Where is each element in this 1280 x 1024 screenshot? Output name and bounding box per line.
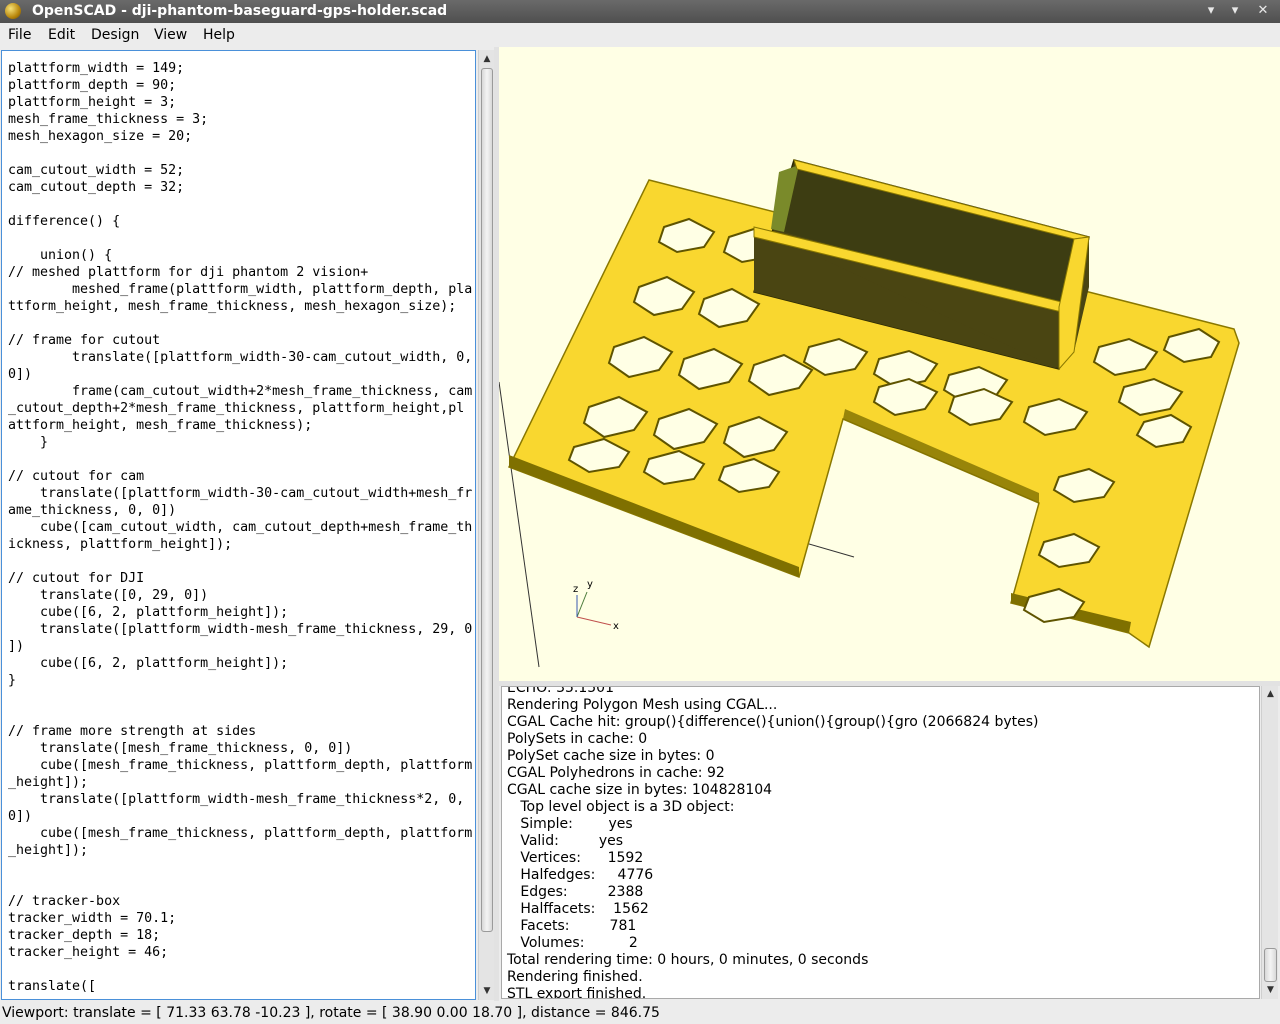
axis-x-label: x bbox=[613, 621, 619, 632]
editor-scroll-thumb[interactable] bbox=[481, 68, 493, 932]
menu-edit[interactable]: Edit bbox=[48, 26, 75, 44]
console-line: Facets: 781 bbox=[507, 918, 637, 934]
window-title: OpenSCAD - dji-phantom-baseguard-gps-hol… bbox=[32, 3, 448, 19]
console-line: ECHO: 35.1501 bbox=[507, 686, 614, 696]
console-scroll-down-icon[interactable]: ▼ bbox=[1262, 983, 1279, 997]
axis-z-label: z bbox=[573, 584, 579, 595]
console-line: Top level object is a 3D object: bbox=[507, 799, 735, 815]
console-line: Valid: yes bbox=[507, 833, 624, 849]
console-output[interactable]: ECHO: 35.1501 Rendering Polygon Mesh usin… bbox=[501, 686, 1260, 999]
menu-design[interactable]: Design bbox=[91, 26, 139, 44]
menu-file[interactable]: File bbox=[8, 26, 31, 44]
console-scroll-up-icon[interactable]: ▲ bbox=[1262, 687, 1279, 701]
console-scrollbar[interactable]: ▲ ▼ bbox=[1261, 686, 1278, 999]
code-text[interactable]: plattform_width = 149; plattform_depth =… bbox=[2, 51, 475, 995]
console-line: CGAL Cache hit: group(){difference(){uni… bbox=[507, 714, 1039, 730]
console-line: Volumes: 2 bbox=[507, 935, 638, 951]
code-editor[interactable]: plattform_width = 149; plattform_depth =… bbox=[1, 50, 476, 1000]
console-scroll-thumb[interactable] bbox=[1264, 948, 1277, 982]
axis-y-label: y bbox=[587, 579, 593, 590]
console-lines: ECHO: 35.1501 Rendering Polygon Mesh usin… bbox=[507, 686, 1039, 999]
title-bar: OpenSCAD - dji-phantom-baseguard-gps-hol… bbox=[0, 0, 1280, 23]
console-line: CGAL cache size in bytes: 104828104 bbox=[507, 782, 773, 798]
editor-scroll-down-icon[interactable]: ▼ bbox=[479, 984, 495, 998]
console-line: PolySet cache size in bytes: 0 bbox=[507, 748, 715, 764]
console-line: Vertices: 1592 bbox=[507, 850, 644, 866]
console-line: Halffacets: 1562 bbox=[507, 901, 649, 917]
close-button[interactable]: ✕ bbox=[1254, 2, 1272, 20]
status-bar: Viewport: translate = [ 71.33 63.78 -10.… bbox=[0, 1003, 1280, 1024]
menu-help[interactable]: Help bbox=[203, 26, 235, 44]
console-line: Simple: yes bbox=[507, 816, 633, 832]
console-line: Rendering finished. bbox=[507, 969, 643, 985]
3d-viewport[interactable]: x y z bbox=[499, 47, 1280, 681]
menu-view[interactable]: View bbox=[154, 26, 187, 44]
menu-bar: File Edit Design View Help bbox=[0, 23, 1280, 47]
editor-scroll-up-icon[interactable]: ▲ bbox=[479, 52, 495, 66]
console-line: CGAL Polyhedrons in cache: 92 bbox=[507, 765, 725, 781]
console-line: Halfedges: 4776 bbox=[507, 867, 654, 883]
console-line: STL export finished. bbox=[507, 986, 647, 999]
console-line: Edges: 2388 bbox=[507, 884, 644, 900]
console-line: PolySets in cache: 0 bbox=[507, 731, 648, 747]
openscad-app-icon bbox=[5, 3, 21, 19]
console-line: Total rendering time: 0 hours, 0 minutes… bbox=[507, 952, 869, 968]
model-render bbox=[499, 159, 1240, 668]
console-line: Rendering Polygon Mesh using CGAL... bbox=[507, 697, 778, 713]
minimize-button[interactable]: ▾ bbox=[1202, 2, 1220, 20]
maximize-button[interactable]: ▾ bbox=[1226, 2, 1244, 20]
editor-scrollbar[interactable]: ▲ ▼ bbox=[478, 50, 494, 1000]
